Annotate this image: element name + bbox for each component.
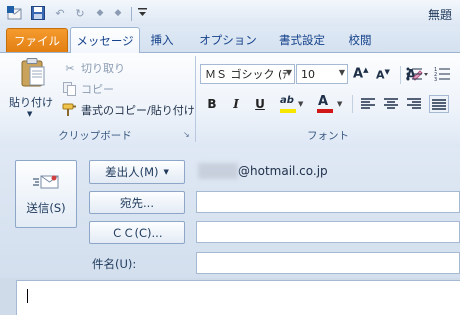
font-color-icon: A (318, 94, 329, 109)
copy-icon (62, 81, 78, 97)
format-painter-button[interactable]: 書式のコピー/貼り付け (62, 101, 195, 119)
chevron-down-icon: ▼ (337, 100, 343, 108)
outlook-icon[interactable] (6, 5, 24, 21)
save-icon[interactable] (30, 5, 46, 21)
italic-button[interactable]: I (226, 95, 246, 113)
dialog-launcher-icon[interactable]: ↘ (183, 130, 190, 139)
tab-format[interactable]: 書式設定 (272, 28, 332, 52)
tab-file[interactable]: ファイル (6, 28, 68, 53)
format-painter-icon (62, 102, 78, 118)
subject-label: 件名(U): (92, 257, 137, 271)
bullets-icon[interactable] (406, 66, 428, 85)
highlighter-icon: ab (280, 95, 294, 106)
redacted-email-prefix (198, 163, 238, 179)
send-label: 送信(S) (26, 201, 66, 215)
divider (400, 66, 401, 84)
font-family-value: ＭＳ ゴシック (ﾃ (205, 68, 288, 81)
chevron-down-icon: ▼ (285, 68, 292, 77)
undo-icon[interactable]: ↶ (52, 5, 68, 21)
grow-font-icon[interactable]: A▲ (353, 66, 368, 81)
underline-button[interactable]: U (250, 95, 270, 113)
svg-text:3: 3 (434, 77, 437, 82)
copy-label: コピー (81, 83, 114, 96)
paste-button[interactable]: 貼り付け ▼ (8, 58, 54, 122)
title-bar: ↶ ↻ ◆ ◆ 無題 (0, 0, 460, 26)
cut-label: 切り取り (81, 62, 125, 75)
toolbar-divider (131, 7, 132, 21)
subject-field[interactable] (196, 252, 460, 274)
highlight-button[interactable]: ab ▼ (278, 95, 304, 113)
chevron-down-icon: ▼ (338, 68, 345, 77)
cc-field[interactable] (196, 221, 460, 243)
send-button[interactable]: 送信(S) (15, 160, 77, 228)
chevron-down-icon: ▼ (163, 168, 169, 176)
from-label: 差出人(M) (105, 165, 159, 179)
font-family-select[interactable]: ＭＳ ゴシック (ﾃ ▼ (200, 64, 295, 84)
up-arrow-icon[interactable]: ◆ (92, 5, 108, 21)
chevron-down-icon: ▼ (27, 110, 33, 118)
paste-label: 貼り付け (9, 96, 53, 109)
to-field[interactable] (196, 191, 460, 213)
align-right-icon[interactable] (406, 97, 422, 114)
customize-icon[interactable] (136, 5, 148, 21)
tab-message[interactable]: メッセージ (70, 27, 140, 53)
redo-icon[interactable]: ↻ (72, 5, 88, 21)
chevron-down-icon: ▼ (298, 100, 304, 108)
justify-icon[interactable] (429, 95, 449, 113)
send-icon (33, 172, 59, 195)
font-size-select[interactable]: 10 ▼ (296, 64, 348, 84)
window-title: 無題 (427, 8, 452, 22)
paste-icon (21, 58, 45, 91)
tab-insert[interactable]: 挿入 (142, 28, 182, 52)
highlight-color-swatch (280, 109, 296, 113)
tab-review[interactable]: 校閲 (340, 28, 380, 52)
bold-button[interactable]: B (202, 95, 222, 113)
numbering-icon[interactable]: 1 2 3 (434, 66, 460, 85)
cut-button[interactable]: ✂ 切り取り (62, 59, 125, 77)
from-button[interactable]: 差出人(M) ▼ (89, 160, 185, 184)
align-center-icon[interactable] (383, 97, 399, 114)
font-size-value: 10 (301, 67, 315, 81)
to-button[interactable]: 宛先... (89, 191, 185, 214)
font-color-swatch (317, 109, 333, 113)
format-painter-label: 書式のコピー/貼り付け (81, 104, 195, 117)
align-left-icon[interactable] (360, 97, 376, 114)
copy-button[interactable]: コピー (62, 80, 114, 98)
from-email: @hotmail.co.jp (238, 164, 328, 178)
scissors-icon: ✂ (65, 61, 75, 75)
cc-button[interactable]: ＣＣ(C)... (89, 221, 185, 244)
ribbon-tabs: ファイル メッセージ 挿入 オプション 書式設定 校閲 (0, 26, 460, 53)
shrink-font-icon[interactable]: A▼ (376, 68, 390, 82)
text-cursor (27, 289, 28, 303)
down-arrow-icon[interactable]: ◆ (110, 5, 126, 21)
tab-options[interactable]: オプション (194, 28, 262, 52)
message-body[interactable] (16, 280, 460, 315)
divider (352, 95, 353, 113)
font-color-button[interactable]: A ▼ (315, 94, 343, 113)
